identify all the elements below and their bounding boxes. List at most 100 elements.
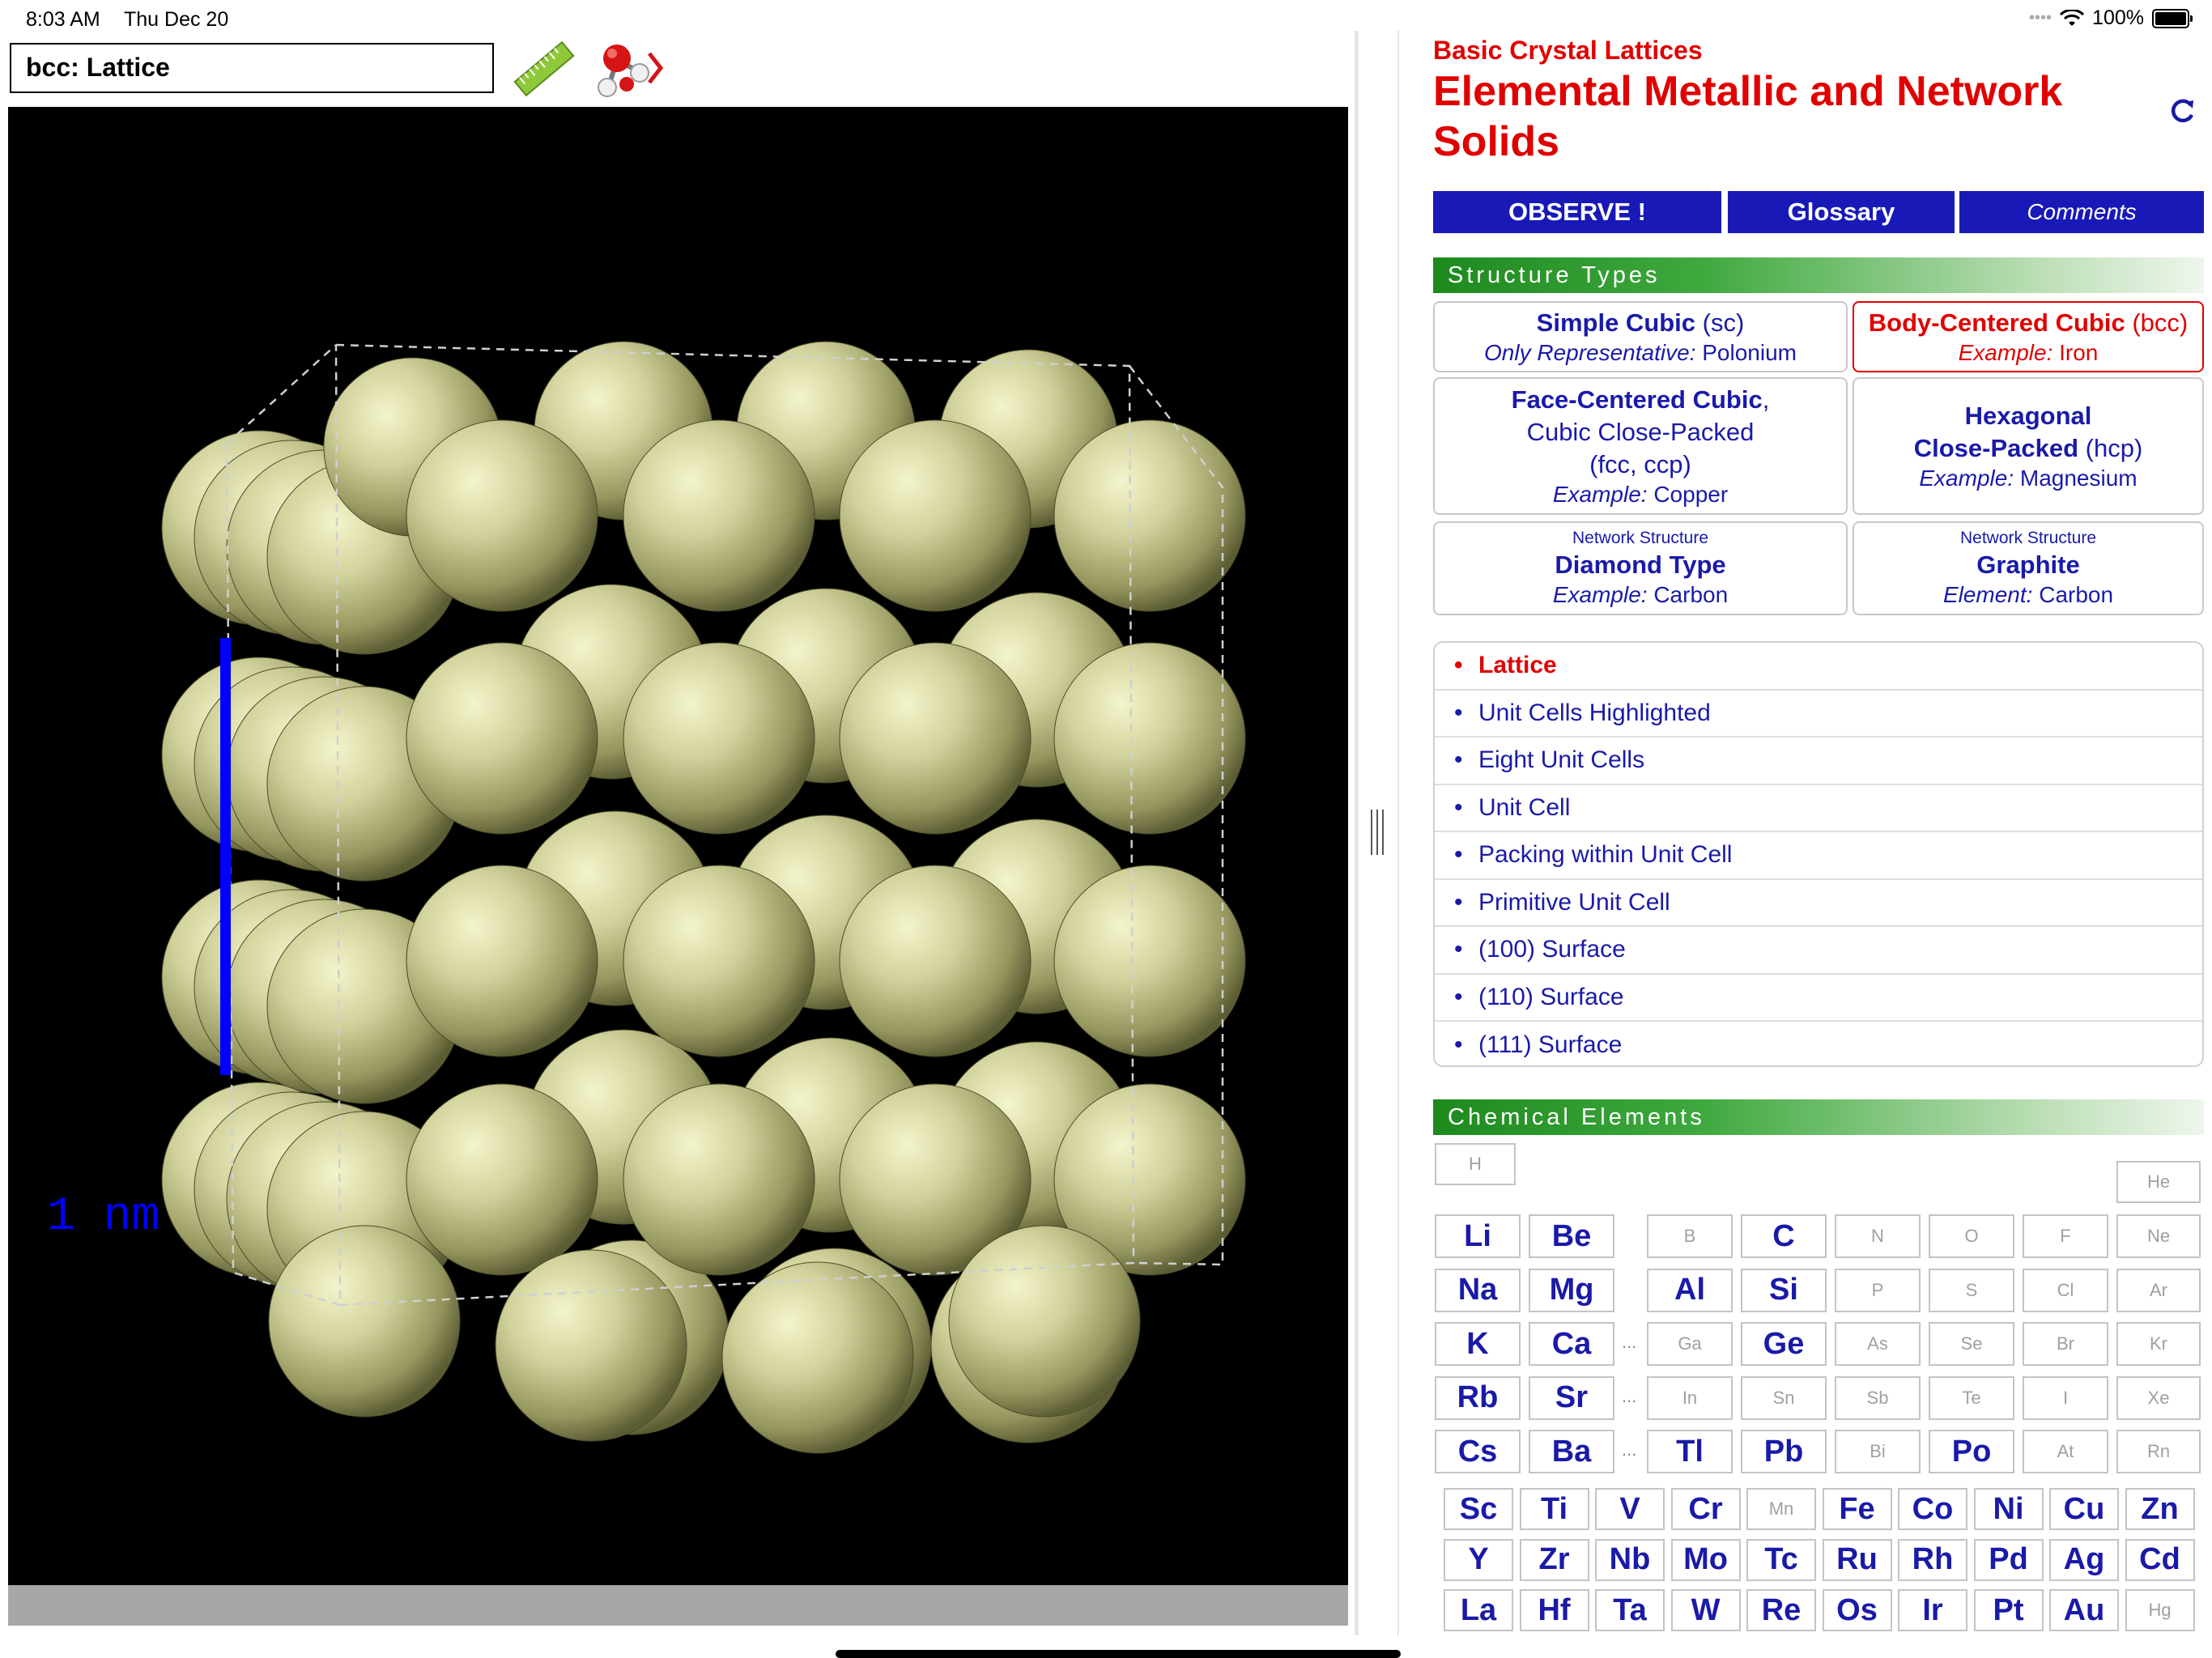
element-os[interactable]: Os — [1822, 1589, 1892, 1631]
gap-ellipsis: ... — [1622, 1385, 1637, 1406]
element-nb[interactable]: Nb — [1595, 1538, 1665, 1581]
element-w[interactable]: W — [1670, 1589, 1741, 1631]
element-sr[interactable]: Sr — [1529, 1375, 1614, 1420]
element-zr[interactable]: Zr — [1519, 1538, 1589, 1581]
observe-button[interactable]: OBSERVE ! — [1433, 191, 1721, 233]
element-hf[interactable]: Hf — [1519, 1589, 1589, 1631]
element-li[interactable]: Li — [1435, 1214, 1521, 1258]
bullet-icon: • — [1454, 793, 1463, 821]
glossary-button[interactable]: Glossary — [1728, 191, 1955, 233]
element-y[interactable]: Y — [1444, 1538, 1513, 1581]
element-cd[interactable]: Cd — [2125, 1538, 2195, 1581]
fcc-name: Face-Centered Cubic — [1511, 385, 1763, 414]
element-cr[interactable]: Cr — [1670, 1488, 1741, 1530]
comments-button[interactable]: Comments — [1959, 191, 2204, 233]
atom-spheres — [161, 341, 1246, 1454]
view-item-label: Unit Cells Highlighted — [1478, 699, 1711, 726]
element-ge[interactable]: Ge — [1741, 1322, 1827, 1366]
element-na[interactable]: Na — [1435, 1268, 1521, 1312]
view-item-label: (111) Surface — [1478, 1031, 1623, 1059]
element-ru[interactable]: Ru — [1822, 1538, 1892, 1581]
element-mo[interactable]: Mo — [1670, 1538, 1741, 1581]
graphite-name: Graphite — [1976, 551, 2080, 579]
view-item-label: (110) Surface — [1478, 983, 1624, 1010]
element-k[interactable]: K — [1435, 1322, 1521, 1366]
element-pt[interactable]: Pt — [1973, 1589, 2044, 1631]
atom-sphere — [839, 642, 1032, 835]
element-hg: Hg — [2125, 1589, 2195, 1631]
diamond-name: Diamond Type — [1555, 551, 1726, 579]
element-ag[interactable]: Ag — [2049, 1538, 2119, 1581]
element-v[interactable]: V — [1595, 1488, 1665, 1530]
split-grip-icon[interactable] — [1368, 808, 1386, 857]
element-rb[interactable]: Rb — [1435, 1375, 1521, 1420]
refresh-icon[interactable] — [2168, 97, 2196, 125]
element-ta[interactable]: Ta — [1595, 1589, 1665, 1631]
view-item-4[interactable]: • Packing within Unit Cell — [1435, 832, 2202, 880]
element-pb[interactable]: Pb — [1741, 1430, 1827, 1473]
fcc-line2: Cubic Close-Packed — [1526, 418, 1755, 446]
structure-card-hcp[interactable]: Hexagonal Close-Packed (hcp) Example: Ma… — [1853, 377, 2204, 515]
element-si[interactable]: Si — [1741, 1268, 1827, 1312]
element-ca[interactable]: Ca — [1529, 1322, 1614, 1366]
atom-sphere — [623, 642, 815, 835]
fcc-example: Copper — [1653, 482, 1729, 507]
element-cl: Cl — [2023, 1268, 2108, 1312]
element-o: O — [1929, 1214, 2014, 1258]
element-tc[interactable]: Tc — [1746, 1538, 1816, 1581]
element-cs[interactable]: Cs — [1435, 1430, 1521, 1473]
element-ba[interactable]: Ba — [1529, 1430, 1614, 1473]
element-fe[interactable]: Fe — [1822, 1488, 1892, 1530]
structure-card-bcc[interactable]: Body-Centered Cubic (bcc) Example: Iron — [1853, 301, 2204, 372]
element-al[interactable]: Al — [1647, 1268, 1733, 1312]
graphite-small: Network Structure — [1959, 529, 2097, 547]
status-time: 8:03 AM — [26, 8, 100, 31]
element-cu[interactable]: Cu — [2049, 1488, 2119, 1530]
gap-ellipsis: ... — [1622, 1439, 1637, 1460]
element-au[interactable]: Au — [2049, 1589, 2119, 1631]
view-item-5[interactable]: • Primitive Unit Cell — [1435, 880, 2202, 927]
element-la[interactable]: La — [1444, 1589, 1513, 1631]
element-ti[interactable]: Ti — [1519, 1488, 1589, 1530]
view-title-field[interactable]: bcc: Lattice — [10, 43, 494, 93]
element-po[interactable]: Po — [1929, 1430, 2014, 1473]
element-sc[interactable]: Sc — [1444, 1488, 1513, 1530]
view-item-6[interactable]: • (100) Surface — [1435, 927, 2202, 975]
view-item-label: Primitive Unit Cell — [1478, 888, 1670, 916]
element-tl[interactable]: Tl — [1647, 1430, 1733, 1473]
view-item-7[interactable]: • (110) Surface — [1435, 975, 2202, 1022]
ruler-icon[interactable] — [512, 39, 576, 99]
view-item-3[interactable]: • Unit Cell — [1435, 785, 2202, 832]
view-item-8[interactable]: • (111) Surface — [1435, 1022, 2202, 1065]
molecule-tools-icon[interactable] — [594, 36, 667, 100]
element-rh[interactable]: Rh — [1898, 1538, 1967, 1581]
element-ir[interactable]: Ir — [1898, 1589, 1967, 1631]
element-ni[interactable]: Ni — [1973, 1488, 2044, 1530]
sc-abbr: (sc) — [1702, 308, 1745, 337]
element-zn[interactable]: Zn — [2125, 1488, 2195, 1530]
element-mn: Mn — [1746, 1488, 1816, 1530]
view-item-0[interactable]: • Lattice — [1435, 643, 2202, 691]
atom-sphere — [406, 865, 598, 1057]
element-c[interactable]: C — [1741, 1214, 1827, 1258]
structure-card-fcc[interactable]: Face-Centered Cubic, Cubic Close-Packed … — [1433, 377, 1848, 515]
view-item-2[interactable]: • Eight Unit Cells — [1435, 738, 2202, 785]
hcp-example: Magnesium — [2019, 466, 2138, 491]
element-pd[interactable]: Pd — [1973, 1538, 2044, 1581]
element-as: As — [1835, 1322, 1921, 1366]
element-be[interactable]: Be — [1529, 1214, 1614, 1258]
element-co[interactable]: Co — [1898, 1488, 1967, 1530]
structure-card-sc[interactable]: Simple Cubic (sc) Only Representative: P… — [1433, 301, 1848, 372]
bullet-icon: • — [1454, 746, 1463, 774]
structure-card-graphite[interactable]: Network Structure Graphite Element: Carb… — [1853, 521, 2204, 615]
view-item-1[interactable]: • Unit Cells Highlighted — [1435, 691, 2202, 738]
element-rn: Rn — [2116, 1430, 2201, 1473]
diamond-example-label: Example: — [1552, 582, 1648, 607]
molecule-viewer[interactable]: 1 nm — [8, 107, 1348, 1585]
atom-sphere — [495, 1249, 687, 1442]
scale-bar — [220, 638, 231, 1075]
structure-card-diamond[interactable]: Network Structure Diamond Type Example: … — [1433, 521, 1848, 615]
element-re[interactable]: Re — [1746, 1589, 1816, 1631]
bcc-lattice-render[interactable]: 1 nm — [8, 107, 1348, 1585]
element-mg[interactable]: Mg — [1529, 1268, 1614, 1312]
